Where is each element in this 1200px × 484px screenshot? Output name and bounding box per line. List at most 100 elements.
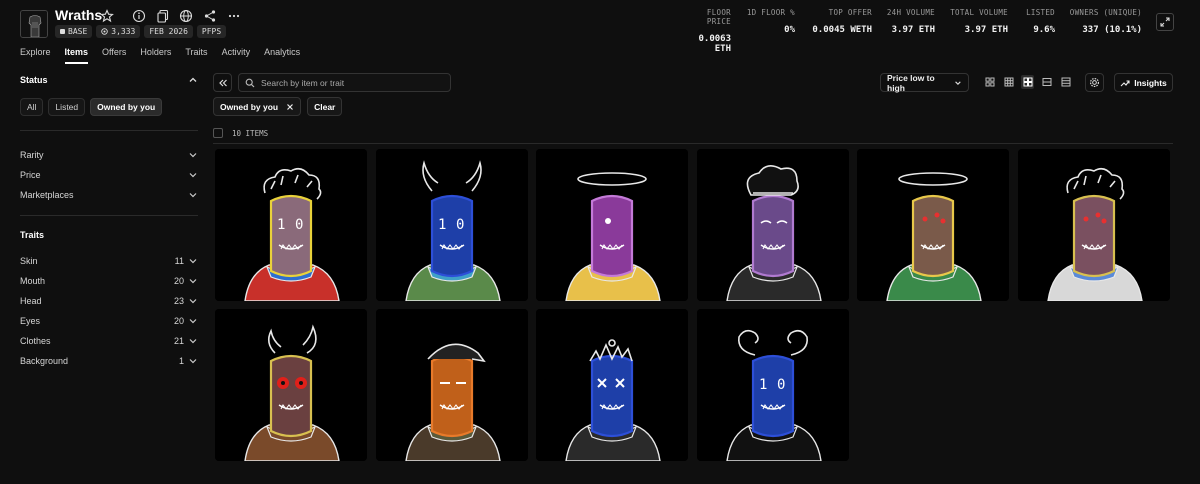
list-view-icon <box>1042 78 1051 86</box>
sort-dropdown[interactable]: Price low to high <box>880 72 969 93</box>
svg-text:0: 0 <box>456 217 464 233</box>
chevron-down-icon <box>189 193 197 198</box>
settings-button[interactable] <box>1085 73 1104 92</box>
filter-rarity[interactable]: Rarity <box>20 145 198 165</box>
chevron-down-icon <box>955 80 961 85</box>
divider <box>20 215 198 216</box>
collection-avatar[interactable] <box>20 10 48 38</box>
trait-skin[interactable]: Skin 11 <box>20 251 198 271</box>
expand-button[interactable] <box>1156 13 1174 31</box>
filter-price[interactable]: Price <box>20 165 198 185</box>
nft-card[interactable]: 10 <box>215 149 367 301</box>
filter-sidebar: Status All Listed Owned by you Rarity Pr… <box>20 70 198 371</box>
chevron-down-icon <box>189 339 197 344</box>
close-icon[interactable] <box>286 103 294 111</box>
grid-dense-icon <box>1004 77 1013 87</box>
search-input[interactable] <box>261 77 441 88</box>
copy-icon[interactable] <box>156 9 170 23</box>
nft-artwork <box>536 309 688 461</box>
chevron-down-icon <box>189 259 197 264</box>
nft-artwork: 10 <box>697 309 849 461</box>
clear-filters-button[interactable]: Clear <box>307 97 343 116</box>
tab-analytics[interactable]: Analytics <box>264 47 300 64</box>
nft-card[interactable] <box>536 309 688 461</box>
trait-mouth[interactable]: Mouth 20 <box>20 271 198 291</box>
base-chain-icon <box>60 29 65 34</box>
view-table[interactable] <box>1059 75 1072 89</box>
tab-items[interactable]: Items <box>64 47 89 64</box>
active-filters: Owned by you Clear <box>213 97 343 116</box>
view-small-grid[interactable] <box>983 75 996 89</box>
nft-card[interactable] <box>536 149 688 301</box>
nft-artwork: 10 <box>376 149 528 301</box>
category-badge: PFPS <box>196 25 227 38</box>
nft-artwork <box>376 309 528 461</box>
nft-card[interactable] <box>1018 149 1170 301</box>
tab-traits[interactable]: Traits <box>185 47 207 64</box>
chevron-down-icon <box>189 359 197 364</box>
favorite-star-icon[interactable] <box>100 9 114 23</box>
chevron-down-icon <box>189 153 197 158</box>
stat-total-volume: TOTAL VOLUME 3.97 ETH <box>950 8 1008 35</box>
insights-button[interactable]: Insights <box>1114 73 1173 92</box>
status-all-pill[interactable]: All <box>20 98 44 116</box>
tab-activity[interactable]: Activity <box>222 47 251 64</box>
trait-background[interactable]: Background 1 <box>20 351 198 371</box>
share-icon[interactable] <box>203 9 217 23</box>
select-all-checkbox[interactable] <box>213 128 223 138</box>
chevron-down-icon <box>189 319 197 324</box>
tab-explore[interactable]: Explore <box>20 47 51 64</box>
svg-text:0: 0 <box>777 377 785 393</box>
status-owned-pill[interactable]: Owned by you <box>90 98 163 116</box>
website-globe-icon[interactable] <box>179 9 193 23</box>
nft-artwork <box>536 149 688 301</box>
chevron-up-icon <box>189 77 197 82</box>
status-listed-pill[interactable]: Listed <box>48 98 86 116</box>
status-section-header[interactable]: Status <box>20 70 198 90</box>
stat-owners: OWNERS (UNIQUE) 337 (10.1%) <box>1069 8 1142 35</box>
view-large-grid[interactable] <box>1021 75 1034 89</box>
nft-card[interactable] <box>697 149 849 301</box>
info-icon[interactable] <box>132 9 146 23</box>
grid-small-icon <box>985 77 995 87</box>
date-badge: FEB 2026 <box>144 25 193 38</box>
tab-holders[interactable]: Holders <box>140 47 171 64</box>
trend-icon <box>1120 79 1130 86</box>
items-count-row: 10 ITEMS <box>213 128 268 138</box>
nft-artwork <box>857 149 1009 301</box>
nft-card[interactable] <box>857 149 1009 301</box>
search-bar[interactable] <box>238 73 451 92</box>
stat-1d-floor: 1D FLOOR % 0% <box>746 8 795 35</box>
stat-floor-price: FLOOR PRICE 0.0063 ETH <box>698 8 731 54</box>
view-list[interactable] <box>1040 75 1053 89</box>
svg-text:1: 1 <box>759 377 767 393</box>
trait-eyes[interactable]: Eyes 20 <box>20 311 198 331</box>
svg-text:1: 1 <box>277 217 285 233</box>
nft-card[interactable] <box>215 309 367 461</box>
expand-icon <box>1160 17 1170 27</box>
view-dense-grid[interactable] <box>1002 75 1015 89</box>
items-icon <box>101 28 109 35</box>
items-count: 10 ITEMS <box>232 128 269 138</box>
chevron-down-icon <box>189 299 197 304</box>
sort-label: Price low to high <box>887 72 935 93</box>
nft-card[interactable] <box>376 309 528 461</box>
trait-clothes[interactable]: Clothes 21 <box>20 331 198 351</box>
trait-head[interactable]: Head 23 <box>20 291 198 311</box>
nft-artwork <box>1018 149 1170 301</box>
nft-card[interactable]: 10 <box>376 149 528 301</box>
double-chevron-left-icon <box>218 79 227 86</box>
filter-marketplaces[interactable]: Marketplaces <box>20 185 198 205</box>
view-mode-toggle <box>983 75 1072 89</box>
tab-offers[interactable]: Offers <box>102 47 126 64</box>
stat-top-offer: TOP OFFER 0.0045 WETH <box>812 8 872 35</box>
divider <box>213 143 1173 144</box>
gear-icon <box>1089 77 1100 88</box>
collection-name: Wraths <box>55 7 103 23</box>
active-filter-chip[interactable]: Owned by you <box>213 97 302 116</box>
status-title: Status <box>20 75 48 85</box>
stat-24h-volume: 24H VOLUME 3.97 ETH <box>886 8 935 35</box>
nft-card[interactable]: 10 <box>697 309 849 461</box>
collapse-sidebar-button[interactable] <box>213 73 232 92</box>
more-options-icon[interactable] <box>227 9 241 23</box>
